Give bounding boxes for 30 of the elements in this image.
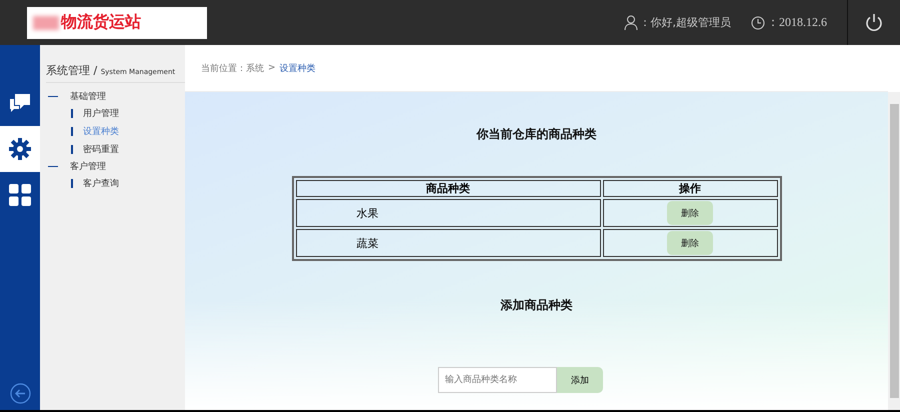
- menu-item[interactable]: 密码重置: [83, 142, 119, 156]
- menu-item[interactable]: 客户查询: [83, 176, 119, 190]
- table-cell: 水果: [296, 199, 601, 227]
- delete-button[interactable]: 删除: [667, 231, 714, 255]
- breadcrumb-current[interactable]: 设置种类: [280, 62, 316, 74]
- logo-text: 物流货运站: [61, 12, 141, 33]
- scrollbar[interactable]: [888, 92, 900, 410]
- breadcrumb-separator: >: [268, 63, 276, 73]
- column-header: 商品种类: [296, 180, 601, 197]
- column-header: 操作: [602, 180, 778, 197]
- greeting-text: ：你好,超级管理员: [640, 15, 731, 30]
- power-icon[interactable]: [865, 13, 883, 32]
- date-text: ：2018.12.6: [767, 14, 827, 31]
- category-name-field[interactable]: 输入商品种类名称: [438, 367, 557, 393]
- gear-icon: [8, 137, 32, 161]
- breadcrumb-text: 当前位置：系统: [201, 62, 264, 74]
- add-button[interactable]: 添加: [557, 367, 603, 393]
- grid-icon: [9, 184, 31, 206]
- menu-item[interactable]: 设置种类: [83, 124, 119, 138]
- section-heading: 你当前仓库的商品种类: [476, 126, 596, 143]
- menu-group[interactable]: 客户管理: [70, 160, 106, 172]
- delete-button[interactable]: 删除: [667, 201, 714, 225]
- section-heading: 添加商品种类: [500, 297, 572, 314]
- clock-icon: [751, 16, 765, 30]
- user-icon: [624, 15, 638, 30]
- menu-item[interactable]: 用户管理: [83, 106, 119, 120]
- blurred-logo-mark: [33, 16, 59, 30]
- chat-icon: [8, 92, 32, 114]
- table-cell: 蔬菜: [296, 229, 601, 257]
- menu-group[interactable]: 基础管理: [70, 90, 106, 102]
